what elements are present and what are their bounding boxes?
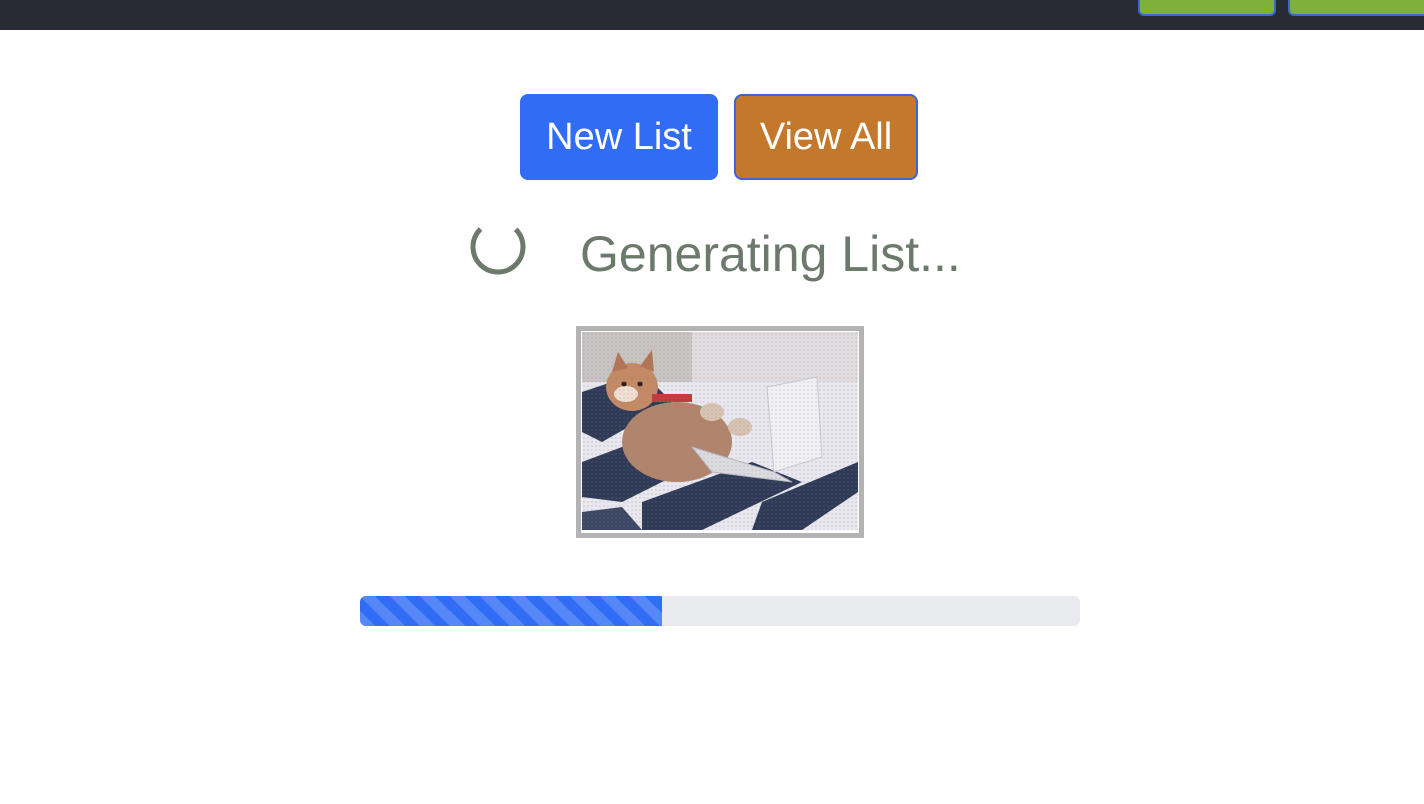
top-navbar (0, 0, 1424, 30)
new-list-button[interactable]: New List (520, 94, 718, 180)
view-all-button[interactable]: View All (734, 94, 918, 180)
new-list-label: New List (546, 115, 692, 158)
loading-spinner-icon (468, 217, 528, 277)
navbar-button-2[interactable] (1288, 0, 1424, 16)
progress-bar-fill (360, 596, 663, 626)
navbar-button-1[interactable] (1138, 0, 1276, 16)
loading-image (576, 326, 864, 538)
view-all-label: View All (759, 115, 893, 158)
progress-track (360, 596, 1080, 626)
status-text: Generating List... (580, 226, 961, 282)
